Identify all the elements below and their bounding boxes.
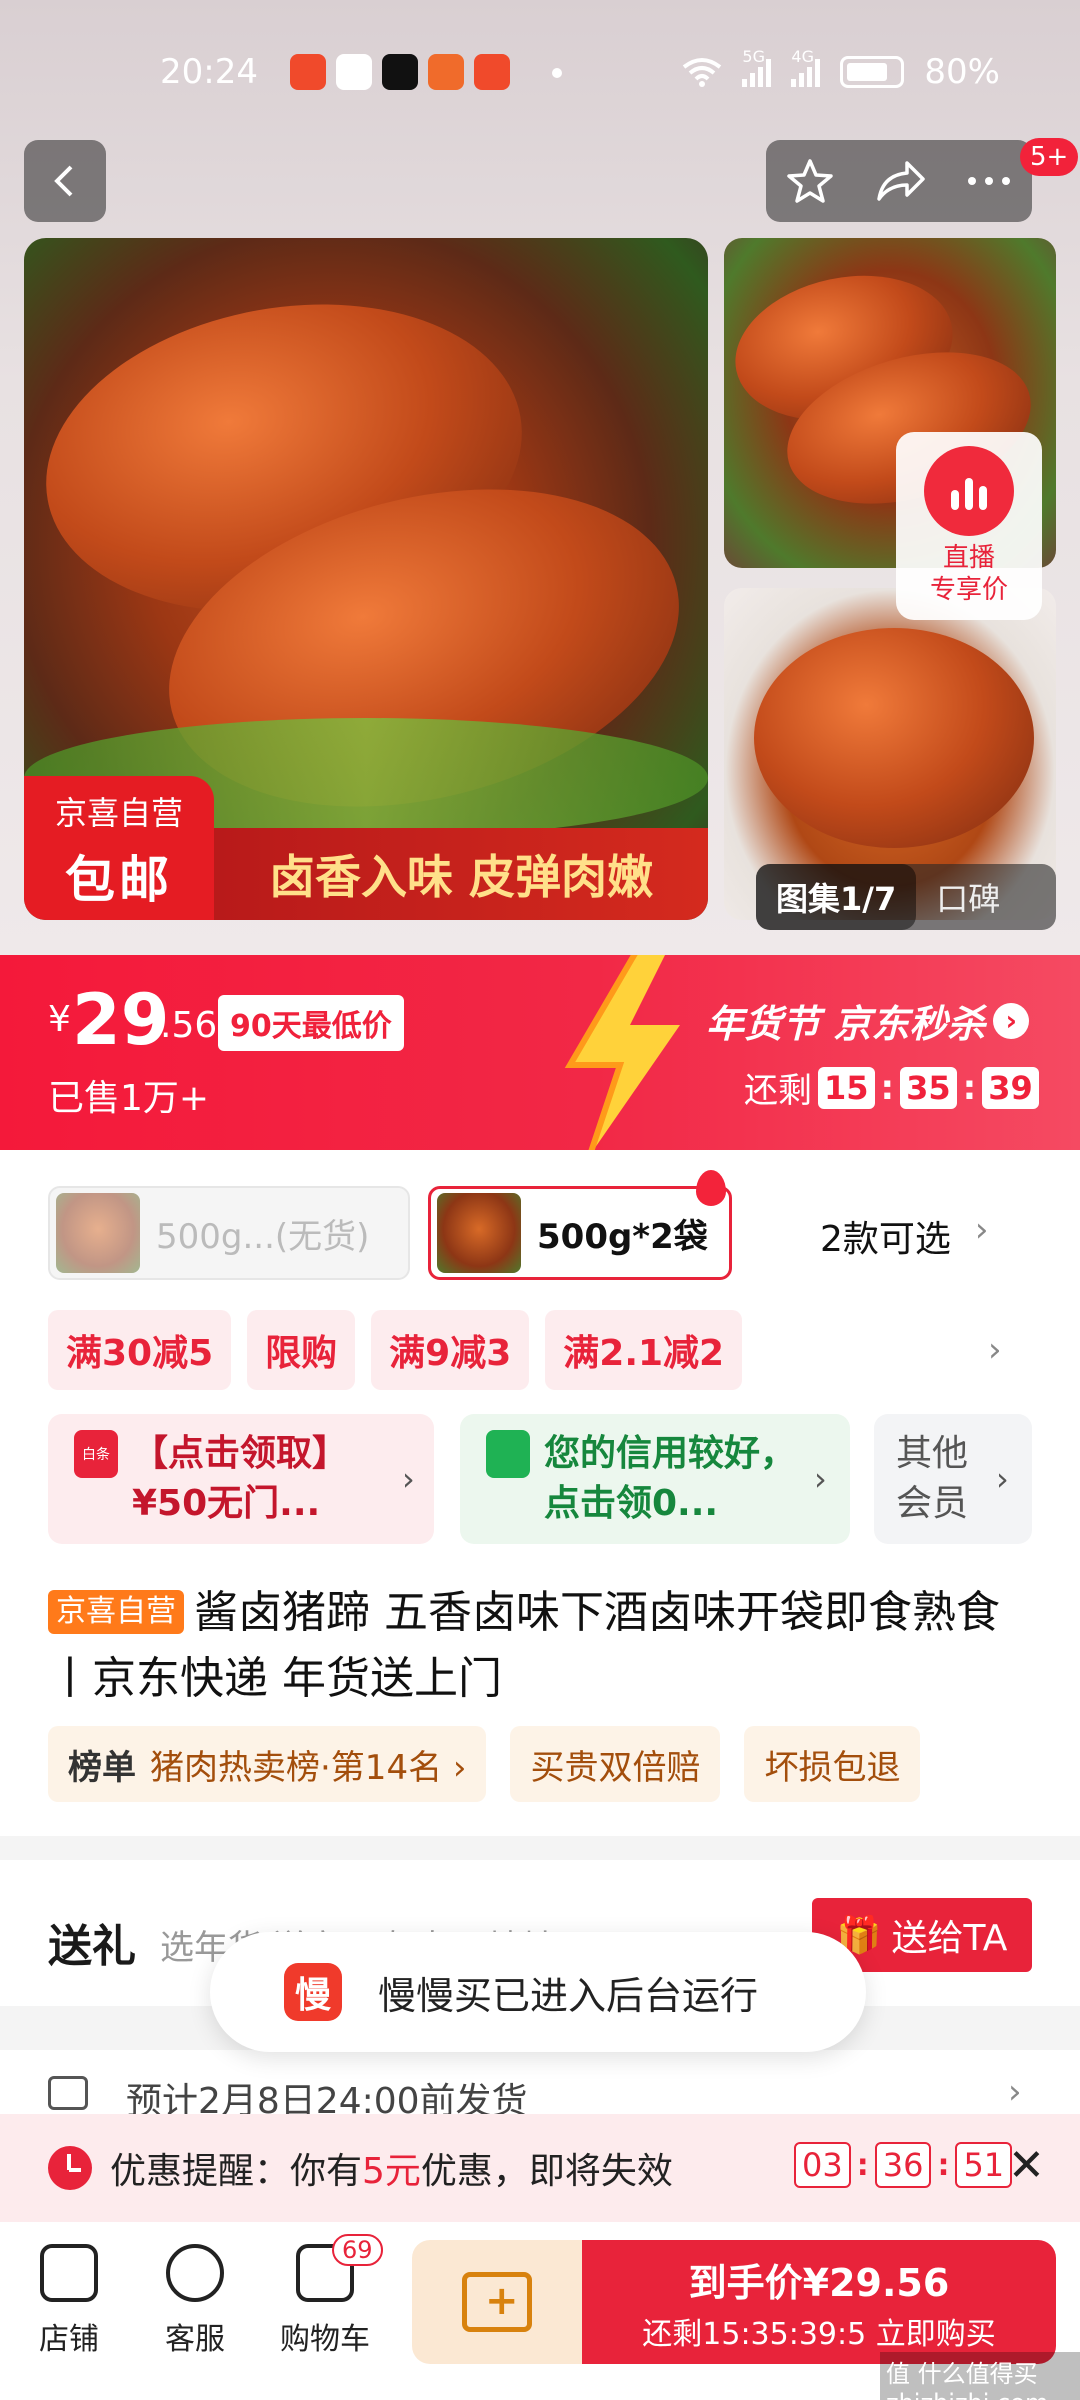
cart-button[interactable]: 69 购物车 [270, 2234, 383, 2358]
variant-option-1[interactable]: 500g...(无货) [48, 1186, 410, 1280]
battery-icon [840, 56, 905, 88]
variant-option-2[interactable]: 500g*2袋 [428, 1186, 732, 1280]
app-icon [290, 54, 326, 90]
bottom-action-bar: 店铺 客服 69 购物车 到手价¥29.56 还剩15:35:39:5 立即购买… [0, 2222, 1080, 2400]
live-icon [924, 446, 1014, 536]
more-icon[interactable] [966, 175, 1012, 187]
tiktok-icon [382, 54, 418, 90]
battery-percent: 80% [924, 52, 1000, 92]
price-integer: 29 [72, 979, 170, 1061]
background-running-toast: 慢 慢慢买已进入后台运行 [210, 1932, 866, 2052]
cart-count-badge: 69 [332, 2234, 383, 2266]
tab-reviews[interactable]: 口碑 [916, 874, 1000, 920]
star-icon[interactable] [786, 157, 834, 205]
watermark: 值 什么值得买 zhizhizhi.com [880, 2352, 1080, 2400]
promos-chevron-icon[interactable]: › [988, 1330, 1002, 1370]
section-divider [0, 1836, 1080, 1860]
manmanmai-app-icon: 慢 [284, 1963, 342, 2021]
app-icon [428, 54, 464, 90]
truck-icon [48, 2076, 88, 2110]
variant-thumbnail [437, 1193, 521, 1273]
member-card[interactable]: 其他会员 › [874, 1414, 1032, 1544]
rank-tag[interactable]: 榜单 猪肉热卖榜·第14名 › [48, 1726, 487, 1802]
variant-thumbnail [56, 1193, 140, 1273]
double-refund-tag[interactable]: 买贵双倍赔 [510, 1726, 721, 1802]
reminder-countdown: 03 : 36 : 51 [794, 2142, 1013, 2188]
chevron-right-icon: › [402, 1460, 415, 1498]
jingxi-free-shipping-tag: 京喜自营 包邮 [24, 776, 214, 920]
app-icon [336, 54, 372, 90]
price-banner: ¥ 29 .56 90天最低价 已售1万+ 年货节 京东秒杀 › 还剩 15 :… [0, 955, 1080, 1150]
promo-chips: 满30减5 限购 满9减3 满2.1减2 [48, 1310, 743, 1390]
chevron-right-icon: › [996, 1460, 1009, 1498]
price-decimal: .56 [160, 1005, 218, 1046]
discount-reminder: 优惠提醒：你有5元优惠，即将失效 03 : 36 : 51 ✕ [0, 2114, 1080, 2222]
tab-gallery[interactable]: 图集1/7 [756, 864, 917, 930]
chevron-right-icon: › [993, 1002, 1030, 1039]
chevron-right-icon: › [814, 1460, 827, 1498]
coupon-card[interactable]: 白条 【点击领取】¥50无门... › [48, 1414, 434, 1544]
lowest-price-badge: 90天最低价 [218, 995, 404, 1051]
add-cart-icon [462, 2272, 532, 2332]
clock-icon [48, 2146, 92, 2190]
product-title: 京喜自营 酱卤猪蹄 五香卤味下酒卤味开袋即食熟食丨京东快递 年货送上门 [48, 1587, 1000, 1704]
shipping-row[interactable]: 预计2月8日24:00前发货 › [0, 2050, 1080, 2122]
hot-icon [696, 1170, 726, 1206]
status-bar: 20:24 5G 4G 80% [0, 47, 1080, 98]
live-price-button[interactable]: 直播 专享价 [896, 432, 1042, 620]
coupon-icon: 白条 [74, 1430, 118, 1478]
currency-symbol: ¥ [48, 999, 71, 1040]
chevron-right-icon: › [974, 1210, 989, 1250]
sold-count: 已售1万+ [48, 1078, 210, 1119]
wifi-icon [683, 58, 722, 87]
seckill-link[interactable]: 年货节 京东秒杀 › [706, 993, 1030, 1048]
more-notifications-dot [552, 68, 562, 78]
chat-face-icon [166, 2244, 224, 2302]
chevron-right-icon: › [1008, 2072, 1022, 2112]
signal-5g: 5G [742, 47, 772, 87]
store-button[interactable]: 店铺 [14, 2244, 124, 2358]
status-time: 20:24 [160, 52, 258, 92]
share-icon[interactable] [875, 159, 925, 203]
hero-section: 20:24 5G 4G 80% 5+ 京喜自营 包邮 卤香入味 皮弹肉嫩 直播 … [0, 0, 1080, 955]
credit-coupon-card[interactable]: 您的信用较好，点击领0... › [460, 1414, 850, 1544]
status-right: 5G 4G 80% [682, 47, 1000, 92]
promo-chip[interactable]: 满2.1减2 [545, 1310, 743, 1390]
buy-now-button[interactable]: 到手价¥29.56 还剩15:35:39:5 立即购买 [582, 2240, 1056, 2364]
notification-icons [290, 54, 510, 90]
signal-4g: 4G [791, 47, 821, 87]
taobao-icon [474, 54, 510, 90]
customer-service-button[interactable]: 客服 [140, 2244, 250, 2358]
message-badge: 5+ [1020, 138, 1079, 176]
variant-selector: 500g...(无货) 500g*2袋 2款可选 › [0, 1170, 1080, 1282]
service-tags: 榜单 猪肉热卖榜·第14名 › 买贵双倍赔 坏损包退 [48, 1726, 921, 1802]
promo-chip[interactable]: 满9减3 [371, 1310, 530, 1390]
gift-title: 送礼 [48, 1921, 136, 1972]
close-icon[interactable]: ✕ [1008, 2140, 1045, 2191]
chevron-left-icon [54, 165, 73, 197]
gallery-tabs: 图集1/7 口碑 [756, 864, 1056, 930]
damage-return-tag[interactable]: 坏损包退 [744, 1726, 921, 1802]
more-variants-link[interactable]: 2款可选 › [820, 1210, 989, 1262]
add-to-cart-button[interactable] [412, 2240, 582, 2364]
image-slogan: 卤香入味 皮弹肉嫩 [214, 828, 708, 920]
promo-chip[interactable]: 限购 [247, 1310, 356, 1390]
back-button[interactable] [24, 140, 106, 222]
shield-check-icon [486, 1430, 530, 1478]
seckill-countdown: 还剩 15 : 35 : 39 [744, 1063, 1039, 1112]
promo-chip[interactable]: 满30减5 [48, 1310, 232, 1390]
topbar-actions [766, 140, 1032, 222]
store-icon [40, 2244, 98, 2302]
lightning-icon [564, 955, 680, 1150]
jingxi-tag: 京喜自营 [48, 1590, 184, 1634]
